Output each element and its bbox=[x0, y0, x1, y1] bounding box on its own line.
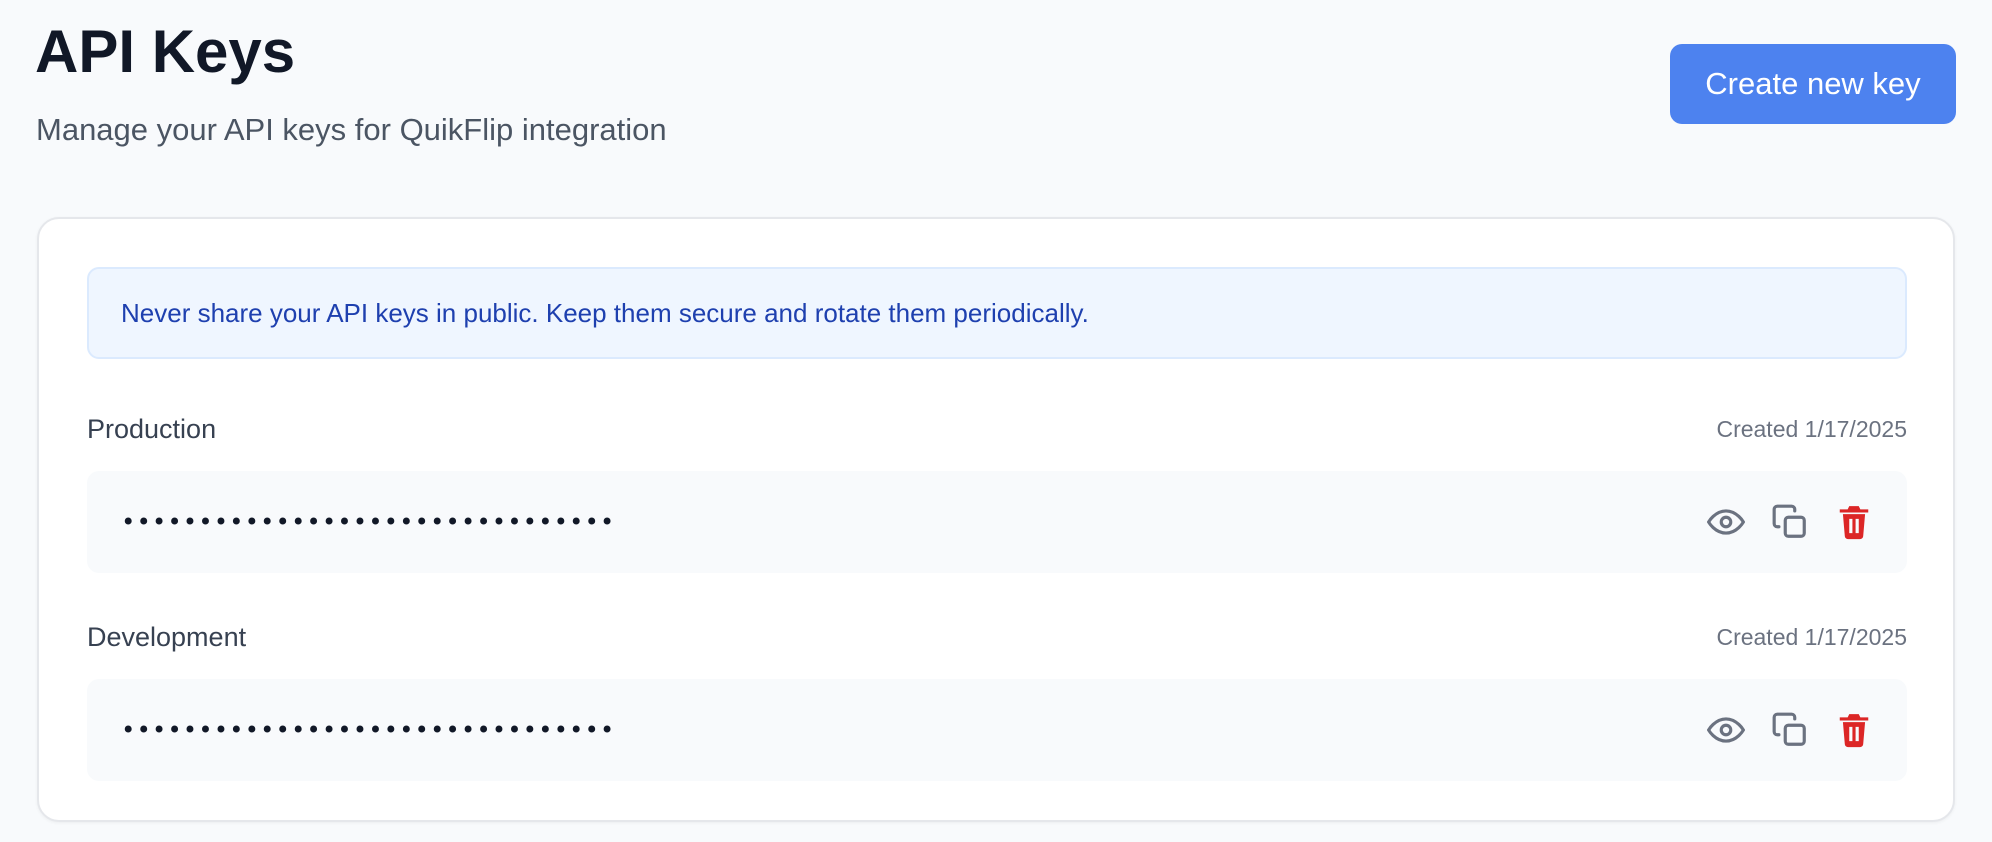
key-value-box: •••••••••••••••••••••••••••••••• bbox=[87, 679, 1907, 781]
security-notice-text: Never share your API keys in public. Kee… bbox=[121, 297, 1089, 328]
key-masked-value: •••••••••••••••••••••••••••••••• bbox=[121, 508, 616, 536]
page-subtitle: Manage your API keys for QuikFlip integr… bbox=[36, 112, 667, 147]
key-name: Development bbox=[87, 621, 247, 652]
key-value-box: •••••••••••••••••••••••••••••••• bbox=[87, 471, 1907, 573]
key-name: Production bbox=[87, 413, 217, 444]
eye-icon[interactable] bbox=[1707, 711, 1745, 749]
key-created-date: Created 1/17/2025 bbox=[1716, 415, 1907, 442]
key-item-development: Development Created 1/17/2025 ••••••••••… bbox=[87, 617, 1907, 781]
key-masked-value: •••••••••••••••••••••••••••••••• bbox=[121, 716, 616, 744]
key-actions bbox=[1707, 711, 1873, 749]
trash-icon[interactable] bbox=[1835, 503, 1873, 541]
key-item-production: Production Created 1/17/2025 •••••••••••… bbox=[87, 409, 1907, 573]
security-notice: Never share your API keys in public. Kee… bbox=[87, 267, 1907, 359]
key-actions bbox=[1707, 503, 1873, 541]
page-title: API Keys bbox=[35, 18, 296, 85]
api-keys-card: Never share your API keys in public. Kee… bbox=[37, 217, 1955, 822]
trash-icon[interactable] bbox=[1835, 711, 1873, 749]
eye-icon[interactable] bbox=[1707, 503, 1745, 541]
key-created-date: Created 1/17/2025 bbox=[1716, 623, 1907, 650]
copy-icon[interactable] bbox=[1771, 711, 1809, 749]
create-new-key-button[interactable]: Create new key bbox=[1670, 44, 1956, 124]
api-keys-page: API Keys Manage your API keys for QuikFl… bbox=[0, 0, 1992, 842]
copy-icon[interactable] bbox=[1771, 503, 1809, 541]
